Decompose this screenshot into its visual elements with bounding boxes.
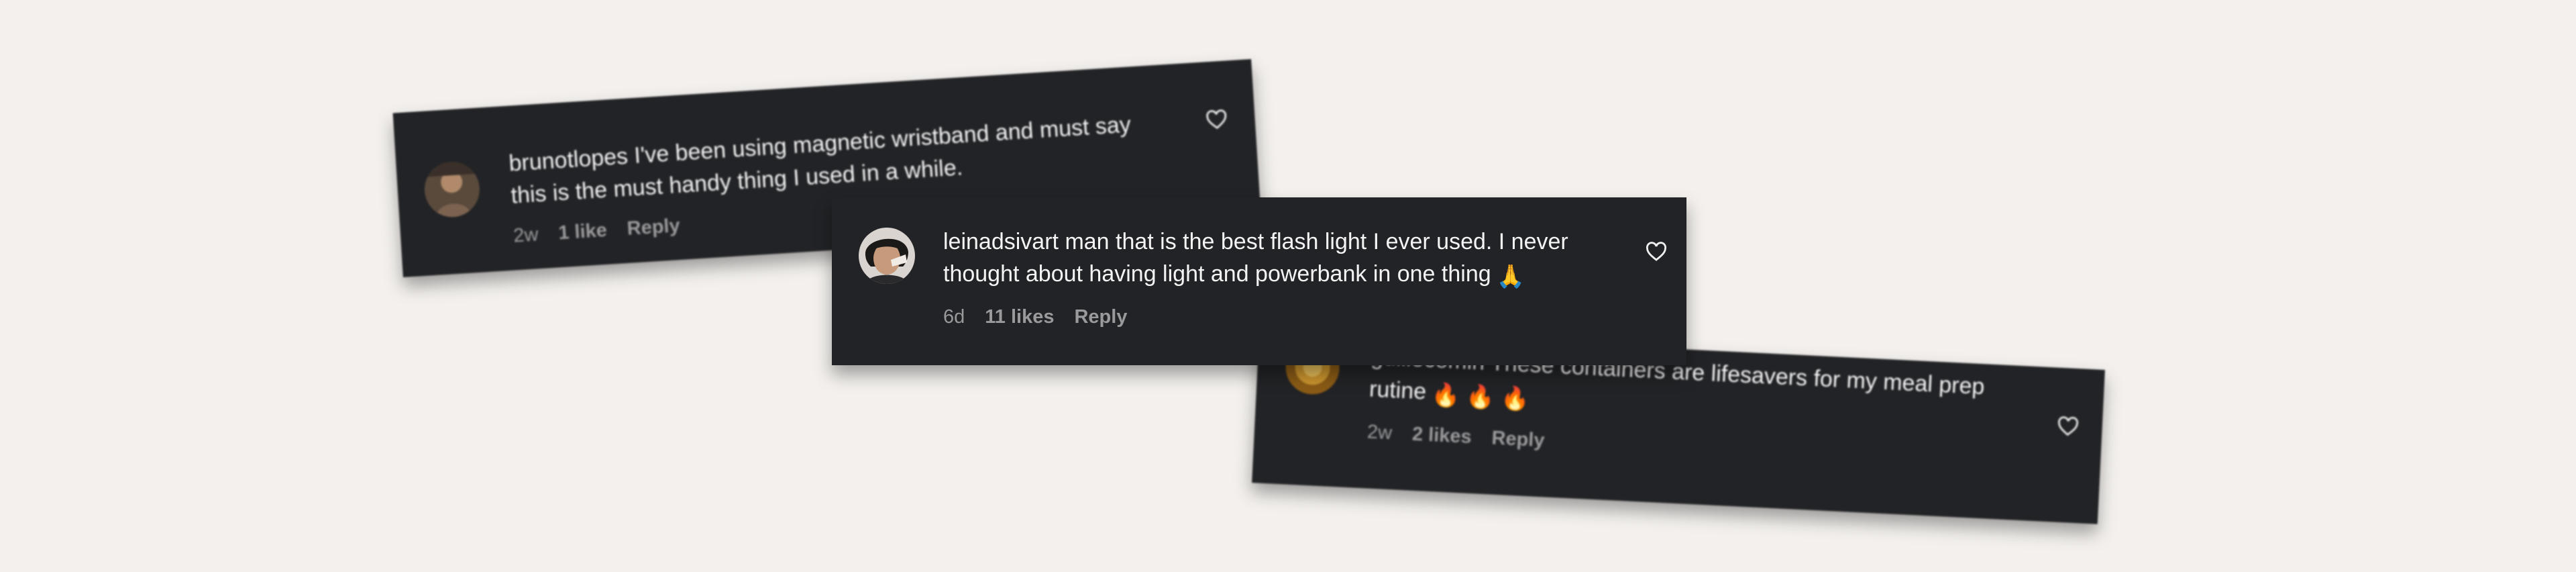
avatar[interactable] — [423, 160, 482, 219]
comment-age: 6d — [943, 306, 965, 328]
username[interactable]: leinadsivart — [943, 229, 1059, 254]
comment-age: 2w — [513, 224, 539, 247]
fire-emoji-icon: 🔥 🔥 🔥 — [1430, 381, 1530, 413]
reply-button[interactable]: Reply — [1074, 306, 1127, 328]
comment-meta: 2w 2 likes Reply — [1366, 421, 1545, 452]
comment-text-line-1: man that is the best flash light I ever … — [1065, 229, 1568, 254]
comment-text-line-2: rutine — [1368, 376, 1428, 405]
likes-count[interactable]: 2 likes — [1411, 424, 1472, 448]
comment-body: leinadsivart man that is the best flash … — [943, 226, 1648, 293]
comment-meta: 6d 11 likes Reply — [943, 306, 1127, 328]
comment-age: 2w — [1366, 421, 1393, 444]
comment-text-line-2: thought about having light and powerbank… — [943, 261, 1491, 287]
likes-count[interactable]: 11 likes — [985, 306, 1054, 328]
heart-outline-icon[interactable] — [2056, 415, 2080, 439]
comment-body: brunotlopes I've been using magnetic wri… — [508, 104, 1208, 212]
heart-outline-icon[interactable] — [1205, 107, 1229, 132]
avatar[interactable] — [859, 228, 915, 284]
comment-card-leinadsivart: leinadsivart man that is the best flash … — [832, 197, 1686, 365]
heart-outline-icon[interactable] — [1645, 240, 1668, 263]
praying-hands-emoji-icon: 🙏 — [1496, 264, 1525, 289]
comment-meta: 2w 1 like Reply — [513, 215, 680, 248]
reply-button[interactable]: Reply — [1491, 427, 1545, 452]
username[interactable]: brunotlopes — [508, 144, 629, 177]
likes-count[interactable]: 1 like — [557, 220, 607, 244]
reply-button[interactable]: Reply — [627, 215, 681, 240]
